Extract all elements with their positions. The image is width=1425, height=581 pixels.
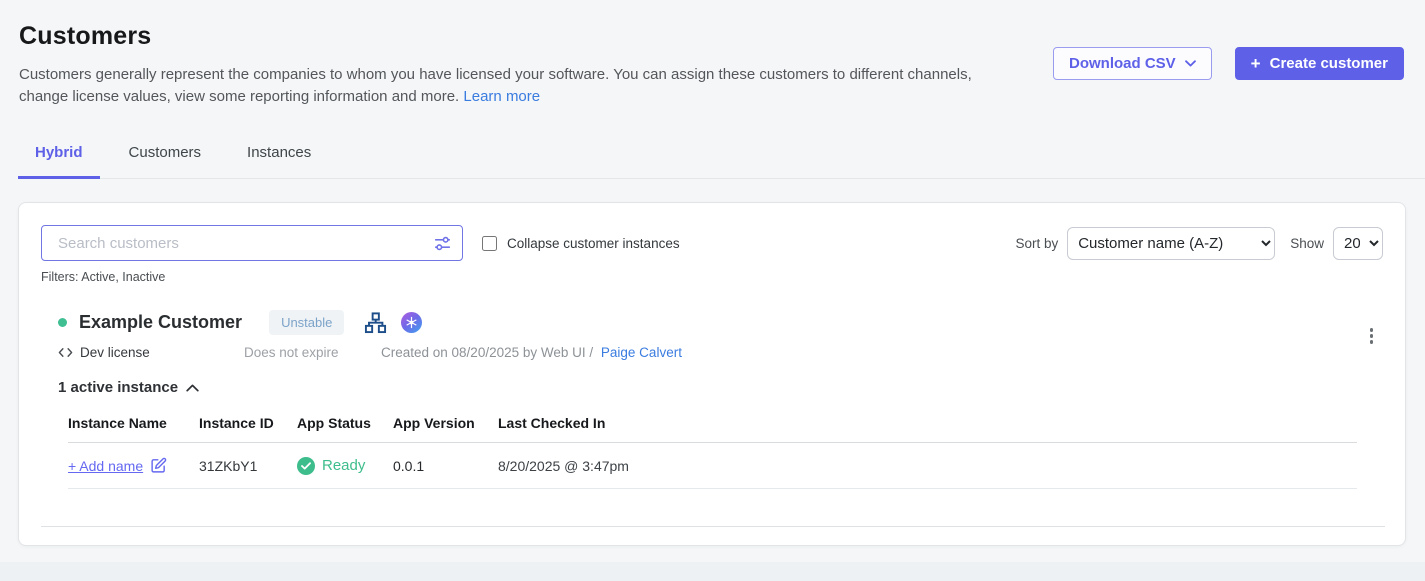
customer-active-dot — [58, 318, 67, 327]
customer-menu-kebab-icon[interactable] — [1366, 324, 1378, 348]
instances-table: Instance Name Instance ID App Status App… — [68, 415, 1357, 489]
col-instance-id: Instance ID — [199, 415, 297, 431]
col-last-checked-in: Last Checked In — [498, 415, 1357, 431]
license-type-label: Dev license — [80, 345, 150, 360]
app-status-text: Ready — [322, 457, 365, 474]
instance-name-cell: + Add name — [68, 457, 199, 474]
toolbar-right: Sort by Customer name (A-Z) Show 20 — [1015, 227, 1383, 260]
kubernetes-icon — [401, 312, 422, 333]
sort-by-label: Sort by — [1015, 236, 1058, 251]
download-csv-button[interactable]: Download CSV — [1053, 47, 1212, 80]
created-by-link[interactable]: Paige Calvert — [601, 345, 682, 360]
instances-summary-label: 1 active instance — [58, 379, 178, 396]
col-instance-name: Instance Name — [68, 415, 199, 431]
collapse-instances-label: Collapse customer instances — [507, 236, 680, 251]
chevron-down-icon — [1185, 60, 1196, 67]
instances-summary-toggle[interactable]: 1 active instance — [41, 379, 199, 396]
customer-row-header: Example Customer Unstable — [41, 310, 1383, 335]
instance-id-cell: 31ZKbY1 — [199, 458, 297, 474]
tab-customers[interactable]: Customers — [112, 138, 219, 179]
edit-icon[interactable] — [150, 457, 167, 474]
last-checked-in-cell: 8/20/2025 @ 3:47pm — [498, 458, 1357, 474]
tab-bar: Hybrid Customers Instances — [18, 138, 1425, 179]
card-bottom-divider — [41, 526, 1385, 527]
license-type: Dev license — [58, 345, 244, 360]
footer-strip — [0, 562, 1425, 581]
filter-sliders-icon[interactable] — [433, 234, 452, 258]
customers-panel: Collapse customer instances Sort by Cust… — [18, 202, 1406, 546]
search-wrapper — [41, 225, 463, 261]
add-name-link[interactable]: + Add name — [68, 458, 143, 474]
learn-more-link[interactable]: Learn more — [463, 88, 540, 105]
collapse-instances-checkbox[interactable] — [482, 236, 497, 251]
search-input[interactable] — [41, 225, 463, 261]
page-description: Customers generally represent the compan… — [19, 64, 999, 108]
channel-badge: Unstable — [269, 310, 344, 335]
sort-select[interactable]: Customer name (A-Z) — [1067, 227, 1275, 260]
show-select[interactable]: 20 — [1333, 227, 1383, 260]
col-app-status: App Status — [297, 415, 393, 431]
page-header: Customers Customers generally represent … — [0, 0, 1425, 108]
tab-hybrid[interactable]: Hybrid — [18, 138, 100, 179]
create-customer-button[interactable]: + Create customer — [1235, 47, 1404, 80]
show-label: Show — [1290, 236, 1324, 251]
create-customer-label: Create customer — [1270, 55, 1388, 72]
col-app-version: App Version — [393, 415, 498, 431]
app-version-cell: 0.0.1 — [393, 458, 498, 474]
toolbar: Collapse customer instances Sort by Cust… — [41, 225, 1383, 261]
app-status-cell: Ready — [297, 457, 393, 475]
sitemap-icon — [364, 311, 387, 334]
chevron-up-icon — [186, 384, 199, 392]
instance-row: + Add name 31ZKbY1 Ready 0.0.1 8/20/2025… — [68, 443, 1357, 489]
active-filters-text: Filters: Active, Inactive — [41, 270, 1383, 284]
plus-icon: + — [1251, 55, 1261, 72]
tab-instances[interactable]: Instances — [230, 138, 328, 179]
code-icon — [58, 345, 73, 360]
download-csv-label: Download CSV — [1069, 55, 1176, 72]
header-actions: Download CSV + Create customer — [1053, 47, 1404, 80]
check-circle-icon — [297, 457, 315, 475]
instances-table-header: Instance Name Instance ID App Status App… — [68, 415, 1357, 443]
license-row: Dev license Does not expire Created on 0… — [41, 345, 1383, 360]
license-created: Created on 08/20/2025 by Web UI / Paige … — [381, 345, 682, 360]
customer-name[interactable]: Example Customer — [79, 312, 242, 333]
collapse-instances-group: Collapse customer instances — [482, 236, 680, 251]
created-on-text: Created on 08/20/2025 by Web UI / — [381, 345, 593, 360]
license-expiration: Does not expire — [244, 345, 381, 360]
